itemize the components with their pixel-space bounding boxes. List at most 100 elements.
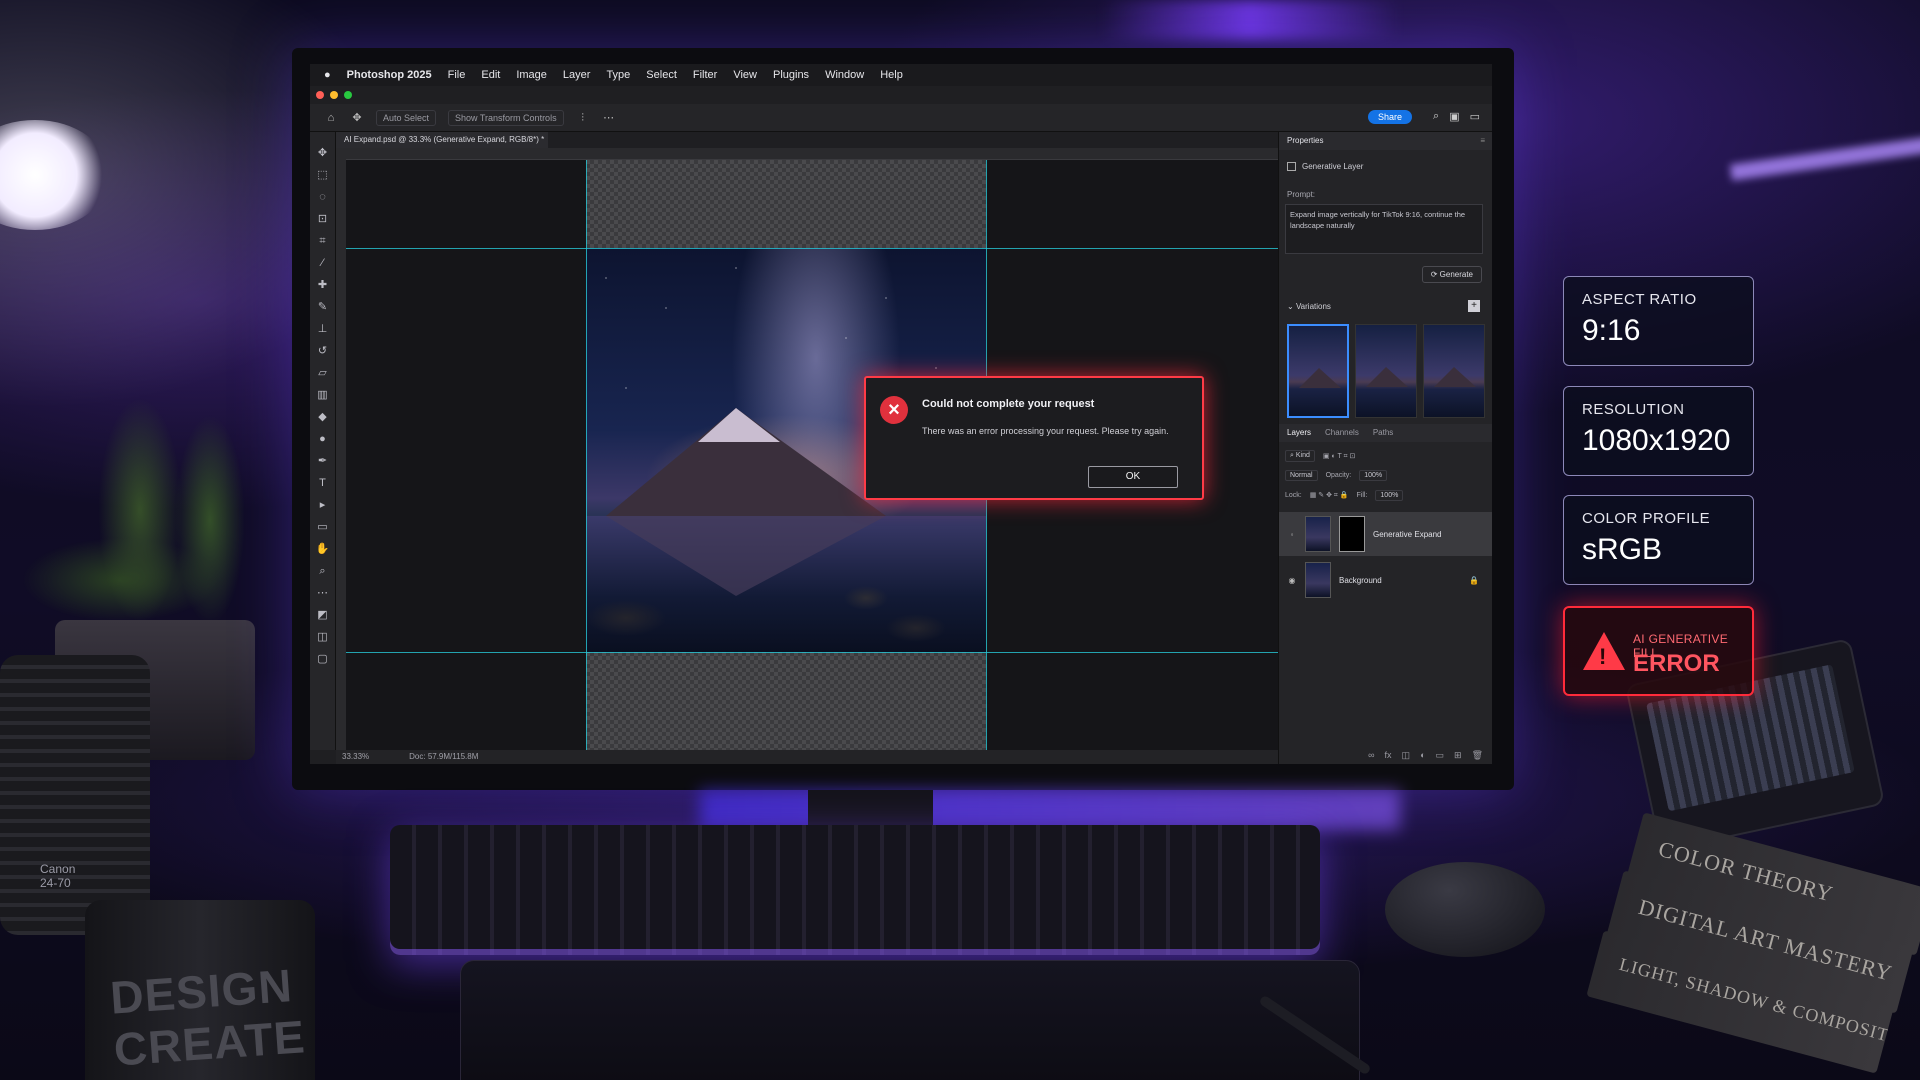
eyedropper-icon[interactable]: ⁄ — [315, 256, 331, 270]
error-card-value: ERROR — [1633, 650, 1720, 677]
home-icon[interactable]: ⌂ — [324, 111, 338, 125]
menu-select[interactable]: Select — [646, 69, 677, 81]
guide-bottom[interactable] — [346, 652, 1278, 653]
prompt-input[interactable]: Expand image vertically for TikTok 9:16,… — [1285, 204, 1483, 254]
fx-icon[interactable]: fx — [1385, 746, 1392, 764]
app-name[interactable]: Photoshop 2025 — [347, 69, 432, 81]
auto-select-toggle[interactable]: Auto Select — [376, 109, 437, 126]
arrange-icon[interactable]: ▣ — [1449, 110, 1459, 123]
guide-left[interactable] — [586, 160, 587, 750]
hand-icon[interactable]: ✋ — [315, 542, 331, 556]
generate-button[interactable]: ⟳ Generate — [1421, 266, 1482, 283]
variation-thumbnail-3[interactable] — [1423, 324, 1485, 418]
adjustment-icon[interactable]: ◐ — [1420, 746, 1425, 764]
menu-file[interactable]: File — [448, 69, 466, 81]
document-tab[interactable]: AI Expand.psd @ 33.3% (Generative Expand… — [336, 132, 548, 148]
layer-name: Background — [1339, 575, 1382, 585]
pen-icon[interactable]: ✒ — [315, 454, 331, 468]
tab-channels[interactable]: Channels — [1325, 424, 1359, 442]
tab-layers[interactable]: Layers — [1287, 424, 1311, 442]
workspace-icon[interactable]: ▭ — [1470, 110, 1480, 123]
kind-filter[interactable]: ⌕ Kind — [1285, 450, 1315, 462]
variation-thumbnail-2[interactable] — [1355, 324, 1417, 418]
menu-plugins[interactable]: Plugins — [773, 69, 809, 81]
layer-mask-thumbnail[interactable] — [1339, 516, 1365, 552]
lasso-icon[interactable]: ◌ — [315, 190, 331, 204]
new-layer-icon[interactable]: ⊞ — [1454, 746, 1462, 764]
guide-top[interactable] — [346, 248, 1278, 249]
move-icon[interactable]: ✥ — [315, 146, 331, 160]
gradient-icon[interactable]: ▥ — [315, 388, 331, 402]
folder-icon[interactable]: ▭ — [1436, 746, 1445, 764]
crop-icon[interactable]: ⌗ — [315, 234, 331, 248]
color-swatches-icon[interactable]: ◩ — [315, 608, 331, 622]
add-variation-icon[interactable]: + — [1468, 300, 1480, 312]
transform-controls-toggle[interactable]: Show Transform Controls — [448, 109, 564, 126]
menu-filter[interactable]: Filter — [693, 69, 717, 81]
maximize-window-button[interactable] — [344, 91, 352, 99]
ok-button[interactable]: OK — [1088, 466, 1178, 488]
brush-icon[interactable]: ✎ — [315, 300, 331, 314]
variation-thumbnail-1[interactable] — [1287, 324, 1349, 418]
object-select-icon[interactable]: ⊡ — [315, 212, 331, 226]
properties-title: Properties — [1287, 136, 1324, 145]
error-status-card: AI GENERATIVE FILL ERROR — [1563, 606, 1754, 696]
close-window-button[interactable] — [316, 91, 324, 99]
transparent-bottom-area — [586, 652, 986, 750]
zoom-icon[interactable]: ⌕ — [315, 564, 331, 578]
align-icon[interactable]: ⫶ — [576, 111, 590, 125]
screen-mode-icon[interactable]: ▢ — [315, 652, 331, 666]
filter-icons[interactable]: ▣ ◐ T ⌗ ⊡ — [1323, 452, 1355, 461]
menu-type[interactable]: Type — [606, 69, 630, 81]
blend-mode-select[interactable]: Normal — [1285, 470, 1318, 481]
trash-icon[interactable]: 🗑 — [1472, 746, 1483, 764]
color-profile-value: sRGB — [1582, 533, 1663, 566]
desk-scene: Canon 24-70 DESIGN CREATE COLOR THEORY D… — [0, 0, 1920, 1080]
book-stack: COLOR THEORY DIGITAL ART MASTERY LIGHT, … — [1586, 812, 1920, 1080]
distribute-icon[interactable]: ⋯ — [602, 111, 616, 125]
eraser-icon[interactable]: ▱ — [315, 366, 331, 380]
layer-background[interactable]: ◉ Background 🔒 — [1279, 558, 1492, 602]
color-profile-label: COLOR PROFILE — [1582, 510, 1711, 527]
layer-filter-row: ⌕ Kind ▣ ◐ T ⌗ ⊡ — [1285, 450, 1355, 462]
link-icon[interactable]: ∞ — [1368, 746, 1374, 764]
stamp-icon[interactable]: ⊥ — [315, 322, 331, 336]
tab-paths[interactable]: Paths — [1373, 424, 1393, 442]
path-select-icon[interactable]: ▸ — [315, 498, 331, 512]
layers-tabs: Layers Channels Paths — [1279, 424, 1492, 442]
menu-view[interactable]: View — [733, 69, 757, 81]
apple-icon[interactable]: ● — [324, 69, 331, 81]
history-brush-icon[interactable]: ↺ — [315, 344, 331, 358]
panel-menu-icon[interactable]: ≡ — [1480, 132, 1485, 150]
menu-edit[interactable]: Edit — [481, 69, 500, 81]
menu-help[interactable]: Help — [880, 69, 903, 81]
menu-layer[interactable]: Layer — [563, 69, 591, 81]
zoom-level[interactable]: 33.33% — [342, 750, 369, 764]
more-tools-icon[interactable]: ⋯ — [315, 586, 331, 600]
variations-header[interactable]: ⌄ Variations — [1287, 302, 1331, 311]
properties-header[interactable]: Properties ≡ — [1279, 132, 1492, 150]
mask-icon[interactable]: ◫ — [1402, 746, 1411, 764]
visibility-icon[interactable]: ◦ — [1287, 530, 1297, 539]
blur-icon[interactable]: ◆ — [315, 410, 331, 424]
type-tool-icon[interactable]: T — [315, 476, 331, 490]
menu-image[interactable]: Image — [516, 69, 547, 81]
menu-window[interactable]: Window — [825, 69, 864, 81]
fill-field[interactable]: 100% — [1375, 490, 1404, 501]
search-icon[interactable]: ⌕ — [1433, 110, 1439, 123]
share-button[interactable]: Share — [1367, 110, 1412, 124]
shape-icon[interactable]: ▭ — [315, 520, 331, 534]
marquee-icon[interactable]: ⬚ — [315, 168, 331, 182]
healing-icon[interactable]: ✚ — [315, 278, 331, 292]
layer-generative-expand[interactable]: ◦ Generative Expand — [1279, 512, 1492, 556]
eye-icon[interactable]: ◉ — [1287, 576, 1297, 585]
minimize-window-button[interactable] — [330, 91, 338, 99]
lock-label: Lock: — [1285, 492, 1302, 499]
window-controls — [316, 91, 352, 99]
options-bar: ⌂ ✥ Auto Select Show Transform Controls … — [310, 104, 1492, 132]
quick-mask-icon[interactable]: ◫ — [315, 630, 331, 644]
dodge-icon[interactable]: ● — [315, 432, 331, 446]
lock-icons[interactable]: ▦ ✎ ✥ ⌗ 🔒 — [1310, 491, 1349, 500]
opacity-field[interactable]: 100% — [1359, 470, 1388, 481]
move-tool-icon[interactable]: ✥ — [350, 111, 364, 125]
